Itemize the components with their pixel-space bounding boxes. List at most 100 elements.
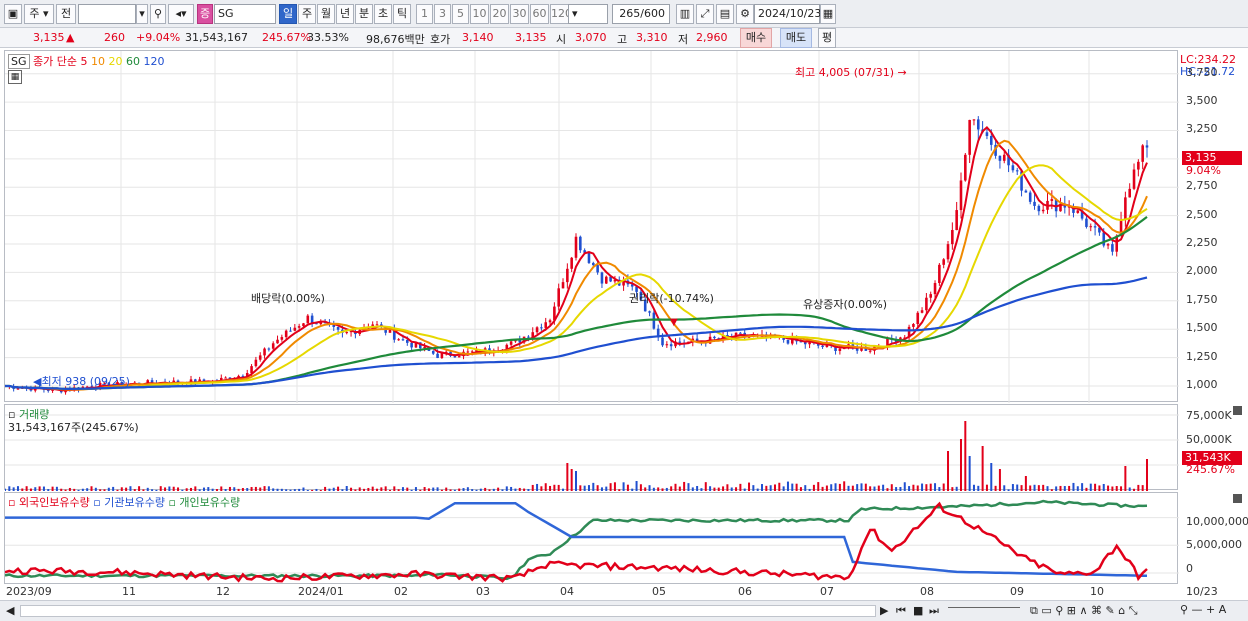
x-label-10: 08 <box>920 585 934 598</box>
candle-body <box>972 119 976 121</box>
volume-bar <box>276 488 279 491</box>
bar-chart-icon[interactable]: ▥ <box>676 4 694 24</box>
magnifier-icon[interactable]: ⚲ <box>150 4 166 24</box>
volume-bar <box>215 489 218 491</box>
volume-bar <box>639 484 642 491</box>
period-button-4[interactable]: 분 <box>355 4 373 24</box>
multiplier-button-30[interactable]: 30 <box>510 4 529 24</box>
period-button-3[interactable]: 년 <box>336 4 354 24</box>
volume-bar <box>159 486 162 491</box>
buy-button[interactable]: 매수 <box>740 28 772 48</box>
volume-bar <box>1037 485 1040 491</box>
period-button-6[interactable]: 틱 <box>393 4 411 24</box>
gear-icon[interactable]: ⚙ <box>736 4 754 24</box>
volume-bar <box>177 487 180 491</box>
line-tool-icon[interactable]: ⤢ <box>696 4 714 24</box>
candle-body <box>1132 169 1136 189</box>
period-button-5[interactable]: 초 <box>374 4 392 24</box>
grid-table-icon[interactable]: ▦ <box>8 70 22 84</box>
x-end-label: 10/23 <box>1186 585 1218 598</box>
period-button-1[interactable]: 주 <box>298 4 316 24</box>
period-button-2[interactable]: 월 <box>317 4 335 24</box>
candle-body <box>271 343 275 349</box>
rewind-icon[interactable]: ⏮ <box>896 604 906 618</box>
candle-body <box>570 257 573 269</box>
volume-bar <box>761 484 764 491</box>
high-annotation: 최고 4,005 (07/31) → <box>795 66 907 79</box>
code-input[interactable]: 255220 <box>78 4 136 24</box>
multiplier-button-3[interactable]: 3 <box>434 4 451 24</box>
tools-icons[interactable]: ⧉ ▭ ⚲ ⊞ ∧ ⌘ ✎ ⌂ ⤡ <box>1030 604 1138 618</box>
window-icon[interactable]: ▣ <box>4 4 22 24</box>
volume-bar <box>951 487 954 491</box>
candle-body <box>548 320 552 323</box>
forward-icon[interactable]: ⏭ <box>929 604 939 618</box>
multiplier-button-1[interactable]: 1 <box>416 4 433 24</box>
close-icon[interactable] <box>1233 494 1242 503</box>
interval-select[interactable]: ▾ <box>568 4 608 24</box>
candle-body <box>868 350 872 352</box>
candle-body <box>989 135 993 145</box>
zoom-icons[interactable]: ⚲ — + A <box>1180 603 1226 616</box>
period-button-0[interactable]: 일 <box>279 4 297 24</box>
volume-bar <box>47 489 50 491</box>
volume-bar <box>1089 483 1092 491</box>
sell-button[interactable]: 매도 <box>780 28 812 48</box>
volume-bar <box>670 486 673 491</box>
volume-bar <box>847 485 850 491</box>
price-pane[interactable]: 최고 4,005 (07/31) → ◀최저 938 (09/25) 배당락(0.0… <box>4 50 1179 403</box>
avg-button[interactable]: 평 <box>818 28 836 48</box>
volume-bar <box>172 486 175 491</box>
volume-bar <box>51 486 54 491</box>
volume-bar <box>860 483 863 491</box>
speaker-icon[interactable]: ◂▾ <box>168 4 194 24</box>
candle-body <box>786 339 790 344</box>
volume-bar <box>544 483 547 491</box>
scroll-track[interactable] <box>20 605 876 617</box>
date-field[interactable]: 2024/10/23 <box>754 4 821 24</box>
close-icon[interactable] <box>1233 406 1242 415</box>
multiplier-button-60[interactable]: 60 <box>530 4 549 24</box>
volume-bar <box>168 486 171 491</box>
volume-bar <box>306 489 309 491</box>
candle-body <box>925 297 928 311</box>
prev-button[interactable]: 전 <box>56 4 76 24</box>
name-field[interactable]: SG <box>214 4 276 24</box>
volume-bar <box>436 487 439 491</box>
scroll-bar[interactable]: ◀ ▶ ⏮ ■ ⏭ ⧉ ▭ ⚲ ⊞ ∧ ⌘ ✎ ⌂ ⤡ ⚲ — + A <box>0 600 1248 621</box>
candle-body <box>410 342 413 348</box>
candle-body <box>466 351 470 353</box>
volume-pane[interactable] <box>4 404 1179 491</box>
stop-icon[interactable]: ■ <box>913 604 923 617</box>
multiplier-button-10[interactable]: 10 <box>470 4 489 24</box>
last-price-tag: 3,135 <box>1182 151 1242 165</box>
volume-bar <box>518 487 521 491</box>
save-icon[interactable]: ▤ <box>716 4 734 24</box>
candle-body <box>1089 226 1093 228</box>
volume-bar <box>419 489 422 491</box>
count-field[interactable]: 265/600 <box>612 4 670 24</box>
volume-bar <box>350 487 353 491</box>
volume-bar <box>998 469 1001 491</box>
scroll-left-icon[interactable]: ◀ <box>6 604 14 617</box>
market-select[interactable]: 주 ▾ <box>24 4 54 24</box>
volume-bar <box>86 488 89 491</box>
volume-bar <box>959 439 962 491</box>
candle-body <box>276 339 279 344</box>
candle-body <box>557 288 560 307</box>
candle-body <box>527 336 530 338</box>
chevron-down-icon[interactable]: ▾ <box>136 4 148 24</box>
zoom-slider[interactable] <box>948 607 1020 613</box>
volume-chart <box>5 414 1179 491</box>
multiplier-button-5[interactable]: 5 <box>452 4 469 24</box>
volume-bar <box>488 489 491 491</box>
quote-bar: 3,135 ▲ 260 +9.04% 31,543,167 245.67% 33… <box>0 28 1248 48</box>
multiplier-button-20[interactable]: 20 <box>490 4 509 24</box>
volume-bar <box>661 488 664 491</box>
volume-bar <box>254 486 257 491</box>
scroll-right-icon[interactable]: ▶ <box>880 604 888 617</box>
volume-bar <box>752 485 755 491</box>
volume-bar <box>990 463 993 491</box>
volume-bar <box>328 488 331 491</box>
calendar-icon[interactable]: ▦ <box>820 4 836 24</box>
